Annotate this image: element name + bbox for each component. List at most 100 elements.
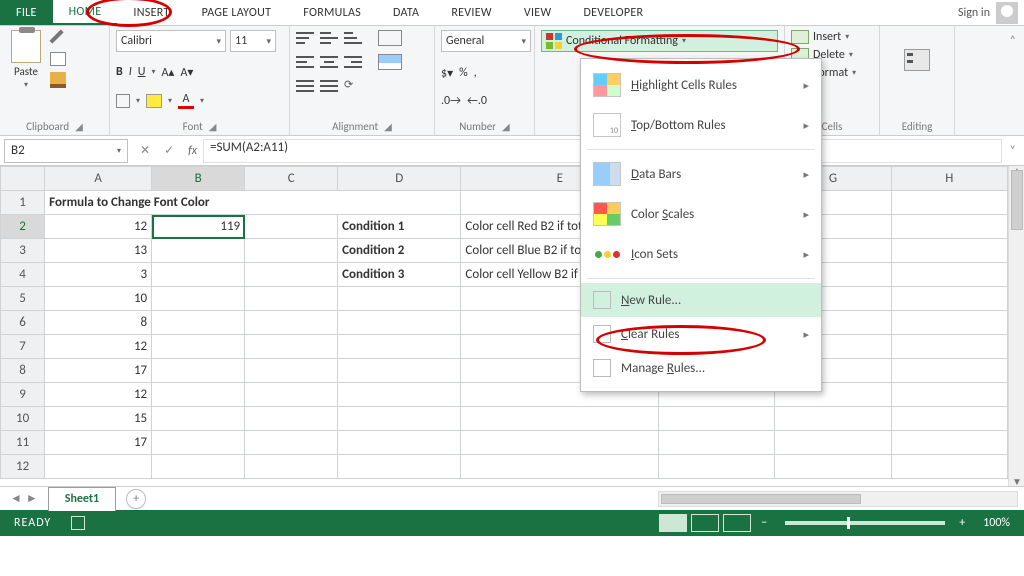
horizontal-scrollbar[interactable] <box>658 491 1018 507</box>
cell-A1[interactable]: Formula to Change Font Color <box>45 191 461 215</box>
row-header[interactable]: 11 <box>1 431 45 455</box>
cf-new-rule[interactable]: New Rule... <box>581 283 821 317</box>
cf-manage-rules[interactable]: Manage Rules... <box>581 351 821 385</box>
cf-top-bottom-rules[interactable]: Top/Bottom Rules <box>581 105 821 145</box>
italic-button[interactable]: I <box>129 65 132 79</box>
tab-home[interactable]: HOME <box>53 0 118 25</box>
sign-in[interactable]: Sign in <box>952 0 1024 25</box>
cell-A3[interactable]: 13 <box>45 239 152 263</box>
view-page-break-button[interactable] <box>723 514 751 532</box>
cell[interactable] <box>891 263 1007 287</box>
cell[interactable] <box>891 215 1007 239</box>
align-middle-icon[interactable] <box>320 30 338 46</box>
row-header[interactable]: 10 <box>1 407 45 431</box>
tab-nav-next-icon[interactable]: ► <box>26 491 38 506</box>
cell[interactable] <box>245 239 338 263</box>
scroll-down-icon[interactable]: ▼ <box>1012 475 1022 486</box>
cell-D4[interactable]: Condition 3 <box>338 263 461 287</box>
tab-file[interactable]: FILE <box>0 0 53 25</box>
align-left-icon[interactable] <box>296 54 314 70</box>
increase-decimal-icon[interactable]: .0→ <box>441 94 461 108</box>
borders-button[interactable] <box>116 94 130 108</box>
scroll-thumb[interactable] <box>661 494 861 504</box>
cf-data-bars[interactable]: Data Bars <box>581 154 821 194</box>
row-header[interactable]: 6 <box>1 311 45 335</box>
fx-icon[interactable]: fx <box>182 144 203 158</box>
fill-color-button[interactable] <box>146 94 162 108</box>
view-page-layout-button[interactable] <box>691 514 719 532</box>
sheet-tab-sheet1[interactable]: Sheet1 <box>48 487 116 511</box>
decrease-indent-icon[interactable] <box>296 78 314 94</box>
cell-A10[interactable]: 15 <box>45 407 152 431</box>
decrease-font-icon[interactable]: A▾ <box>180 65 193 80</box>
cell[interactable] <box>245 263 338 287</box>
enter-formula-icon[interactable]: ✓ <box>164 143 174 158</box>
select-all-cell[interactable] <box>1 167 45 191</box>
col-header-C[interactable]: C <box>245 167 338 191</box>
zoom-out-button[interactable]: − <box>753 516 775 530</box>
find-select-icon[interactable] <box>904 49 930 71</box>
zoom-level[interactable]: 100% <box>969 516 1024 530</box>
row-header[interactable]: 2 <box>1 215 45 239</box>
orientation-icon[interactable]: ⟳ <box>344 78 364 98</box>
zoom-in-button[interactable]: + <box>955 516 969 530</box>
paste-button[interactable]: Paste ▾ <box>6 30 46 90</box>
insert-cells-button[interactable]: Insert▾ <box>791 30 873 44</box>
align-center-icon[interactable] <box>320 54 338 70</box>
decrease-decimal-icon[interactable]: ←.0 <box>467 94 487 108</box>
cut-icon[interactable] <box>47 27 70 50</box>
row-header[interactable]: 1 <box>1 191 45 215</box>
format-painter-icon[interactable] <box>50 72 66 88</box>
bold-button[interactable]: B <box>116 65 123 79</box>
number-format-select[interactable]: General▾ <box>441 30 531 52</box>
align-top-icon[interactable] <box>296 30 314 46</box>
dialog-launcher-icon[interactable]: ◢ <box>502 120 510 133</box>
tab-developer[interactable]: DEVELOPER <box>567 0 659 25</box>
merge-center-button[interactable] <box>378 54 402 70</box>
cf-highlight-cells-rules[interactable]: Highlight Cells Rules <box>581 65 821 105</box>
cell-A11[interactable]: 17 <box>45 431 152 455</box>
cell-A6[interactable]: 8 <box>45 311 152 335</box>
dialog-launcher-icon[interactable]: ◢ <box>384 120 392 133</box>
tab-data[interactable]: DATA <box>377 0 435 25</box>
underline-button[interactable]: U <box>138 65 146 79</box>
row-header[interactable]: 3 <box>1 239 45 263</box>
zoom-slider[interactable] <box>785 521 945 525</box>
cell-A9[interactable]: 12 <box>45 383 152 407</box>
tab-formulas[interactable]: FORMULAS <box>287 0 377 25</box>
cell[interactable] <box>245 215 338 239</box>
row-header[interactable]: 12 <box>1 455 45 479</box>
currency-icon[interactable]: $▾ <box>441 66 453 81</box>
tab-insert[interactable]: INSERT <box>117 0 185 25</box>
cell[interactable] <box>891 191 1007 215</box>
cell-A8[interactable]: 17 <box>45 359 152 383</box>
cf-clear-rules[interactable]: Clear Rules <box>581 317 821 351</box>
cell-B2[interactable]: 119 <box>152 215 245 239</box>
align-right-icon[interactable] <box>344 54 362 70</box>
vertical-scrollbar[interactable]: ▲ ▼ <box>1008 166 1024 486</box>
tab-nav-prev-icon[interactable]: ◄ <box>10 491 22 506</box>
font-color-button[interactable]: A <box>178 92 194 109</box>
cell-D2[interactable]: Condition 1 <box>338 215 461 239</box>
cell-D3[interactable]: Condition 2 <box>338 239 461 263</box>
col-header-H[interactable]: H <box>891 167 1007 191</box>
wrap-text-button[interactable] <box>378 30 402 46</box>
worksheet-grid[interactable]: A B C D E F G H 1 Formula to Change Font… <box>0 166 1024 486</box>
cell[interactable] <box>152 239 245 263</box>
new-sheet-button[interactable]: + <box>126 489 146 509</box>
conditional-formatting-button[interactable]: Conditional Formatting ▾ <box>541 30 778 52</box>
align-bottom-icon[interactable] <box>344 30 362 46</box>
cell-A5[interactable]: 10 <box>45 287 152 311</box>
expand-formula-bar-icon[interactable]: ˅ <box>1002 144 1024 158</box>
dialog-launcher-icon[interactable]: ◢ <box>75 120 83 133</box>
increase-font-icon[interactable]: A▴ <box>161 65 174 80</box>
col-header-D[interactable]: D <box>338 167 461 191</box>
cell-A2[interactable]: 12 <box>45 215 152 239</box>
row-header[interactable]: 8 <box>1 359 45 383</box>
font-name-select[interactable]: Calibri▾ <box>116 30 226 52</box>
increase-indent-icon[interactable] <box>320 78 338 94</box>
row-header[interactable]: 9 <box>1 383 45 407</box>
cell[interactable] <box>152 263 245 287</box>
col-header-A[interactable]: A <box>45 167 152 191</box>
row-header[interactable]: 5 <box>1 287 45 311</box>
